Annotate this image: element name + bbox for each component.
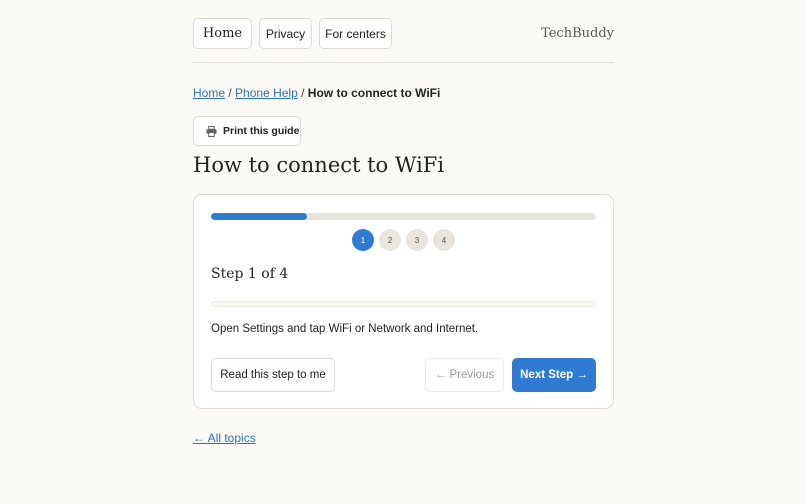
printer-icon — [206, 125, 217, 137]
previous-step-button[interactable]: ← Previous — [425, 358, 504, 392]
step-indicator-4[interactable]: 4 — [433, 229, 455, 251]
progress-bar-fill — [211, 213, 308, 220]
breadcrumb-separator: / — [228, 86, 232, 100]
breadcrumb-current: How to connect to WiFi — [307, 86, 441, 100]
progress-bar — [211, 213, 596, 220]
read-step-aloud-button[interactable]: Read this step to me — [211, 358, 335, 392]
step-heading: Step 1 of 4 — [211, 266, 289, 282]
step-indicator-2[interactable]: 2 — [379, 229, 401, 251]
step-card: 1234 Step 1 of 4 Open Settings and tap W… — [193, 194, 614, 409]
step-divider-bar — [211, 301, 596, 307]
print-guide-label: Print this guide — [223, 125, 300, 137]
nav-centers-button[interactable]: For centers — [319, 18, 392, 49]
step-indicator-3[interactable]: 3 — [406, 229, 428, 251]
breadcrumb-home-link[interactable]: Home — [193, 86, 225, 100]
all-topics-link[interactable]: ← All topics — [193, 431, 256, 445]
breadcrumb-phone-help-link[interactable]: Phone Help — [235, 86, 298, 100]
nav-home-button[interactable]: Home — [193, 18, 252, 49]
top-navigation: Home Privacy For centers TechBuddy — [193, 18, 614, 63]
print-guide-button[interactable]: Print this guide — [193, 116, 301, 146]
page-title: How to connect to WiFi — [193, 153, 445, 177]
breadcrumb-separator: / — [301, 86, 305, 100]
next-step-button[interactable]: Next Step → — [512, 358, 596, 392]
step-instruction: Open Settings and tap WiFi or Network an… — [211, 323, 479, 335]
step-indicator-1[interactable]: 1 — [352, 229, 374, 251]
breadcrumb: Home / Phone Help / How to connect to Wi… — [193, 86, 440, 100]
nav-privacy-button[interactable]: Privacy — [259, 18, 312, 49]
brand-logo-text[interactable]: TechBuddy — [541, 26, 614, 41]
step-indicators: 1234 — [352, 229, 455, 251]
